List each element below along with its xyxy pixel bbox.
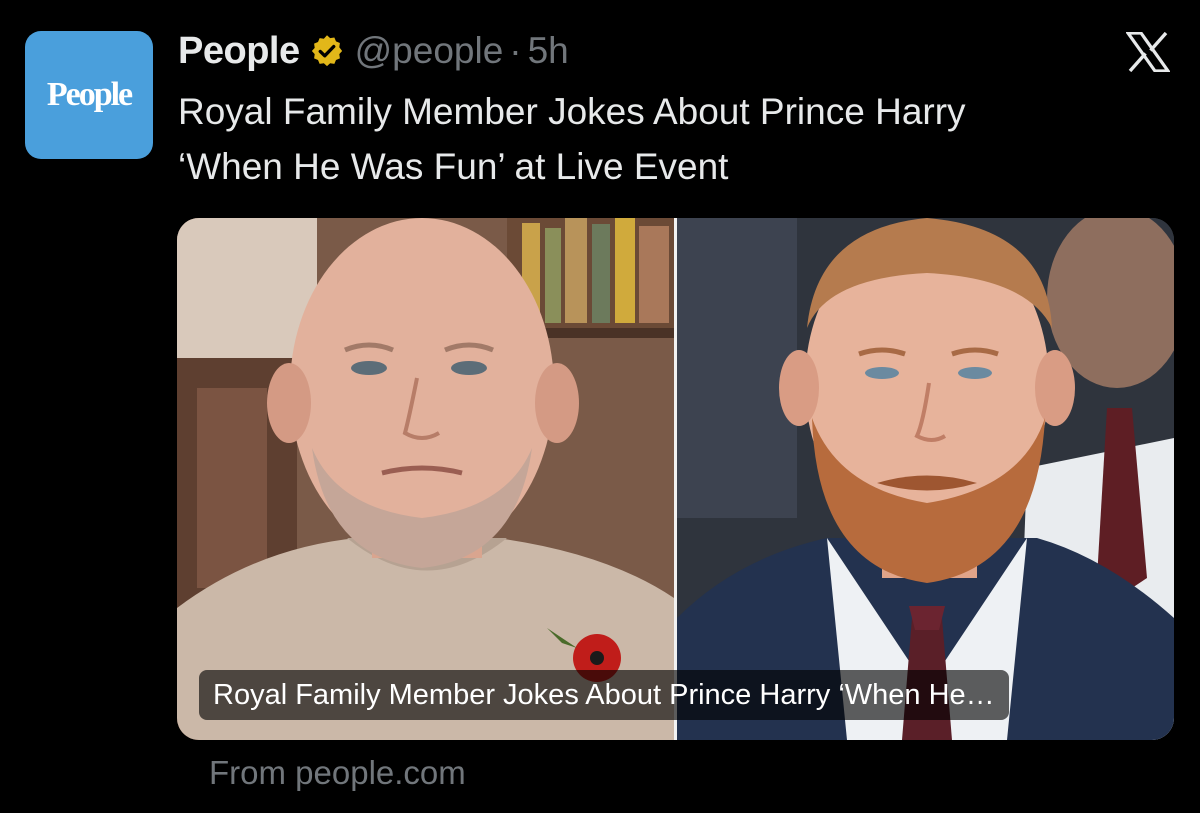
verified-badge-icon [309, 33, 345, 69]
tweet-text-line-2: ‘When He Was Fun’ at Live Event [178, 146, 729, 187]
tweet-header: People @people · 5h [178, 28, 569, 74]
handle[interactable]: @people [355, 30, 504, 72]
card-photo-right [677, 218, 1174, 740]
timestamp[interactable]: 5h [528, 30, 569, 72]
card-photo-left [177, 218, 674, 740]
x-logo-icon [1124, 31, 1172, 73]
tweet-text-line-1: Royal Family Member Jokes About Prince H… [178, 91, 966, 132]
link-card[interactable]: Royal Family Member Jokes About Prince H… [177, 218, 1174, 740]
separator-dot: · [509, 30, 522, 71]
display-name[interactable]: People [178, 30, 300, 73]
card-source-link[interactable]: From people.com [209, 754, 466, 792]
people-logo: People [46, 76, 133, 113]
tweet-text: Royal Family Member Jokes About Prince H… [178, 84, 1138, 194]
card-title-caption: Royal Family Member Jokes About Prince H… [199, 670, 1009, 720]
avatar[interactable]: People [25, 31, 153, 159]
